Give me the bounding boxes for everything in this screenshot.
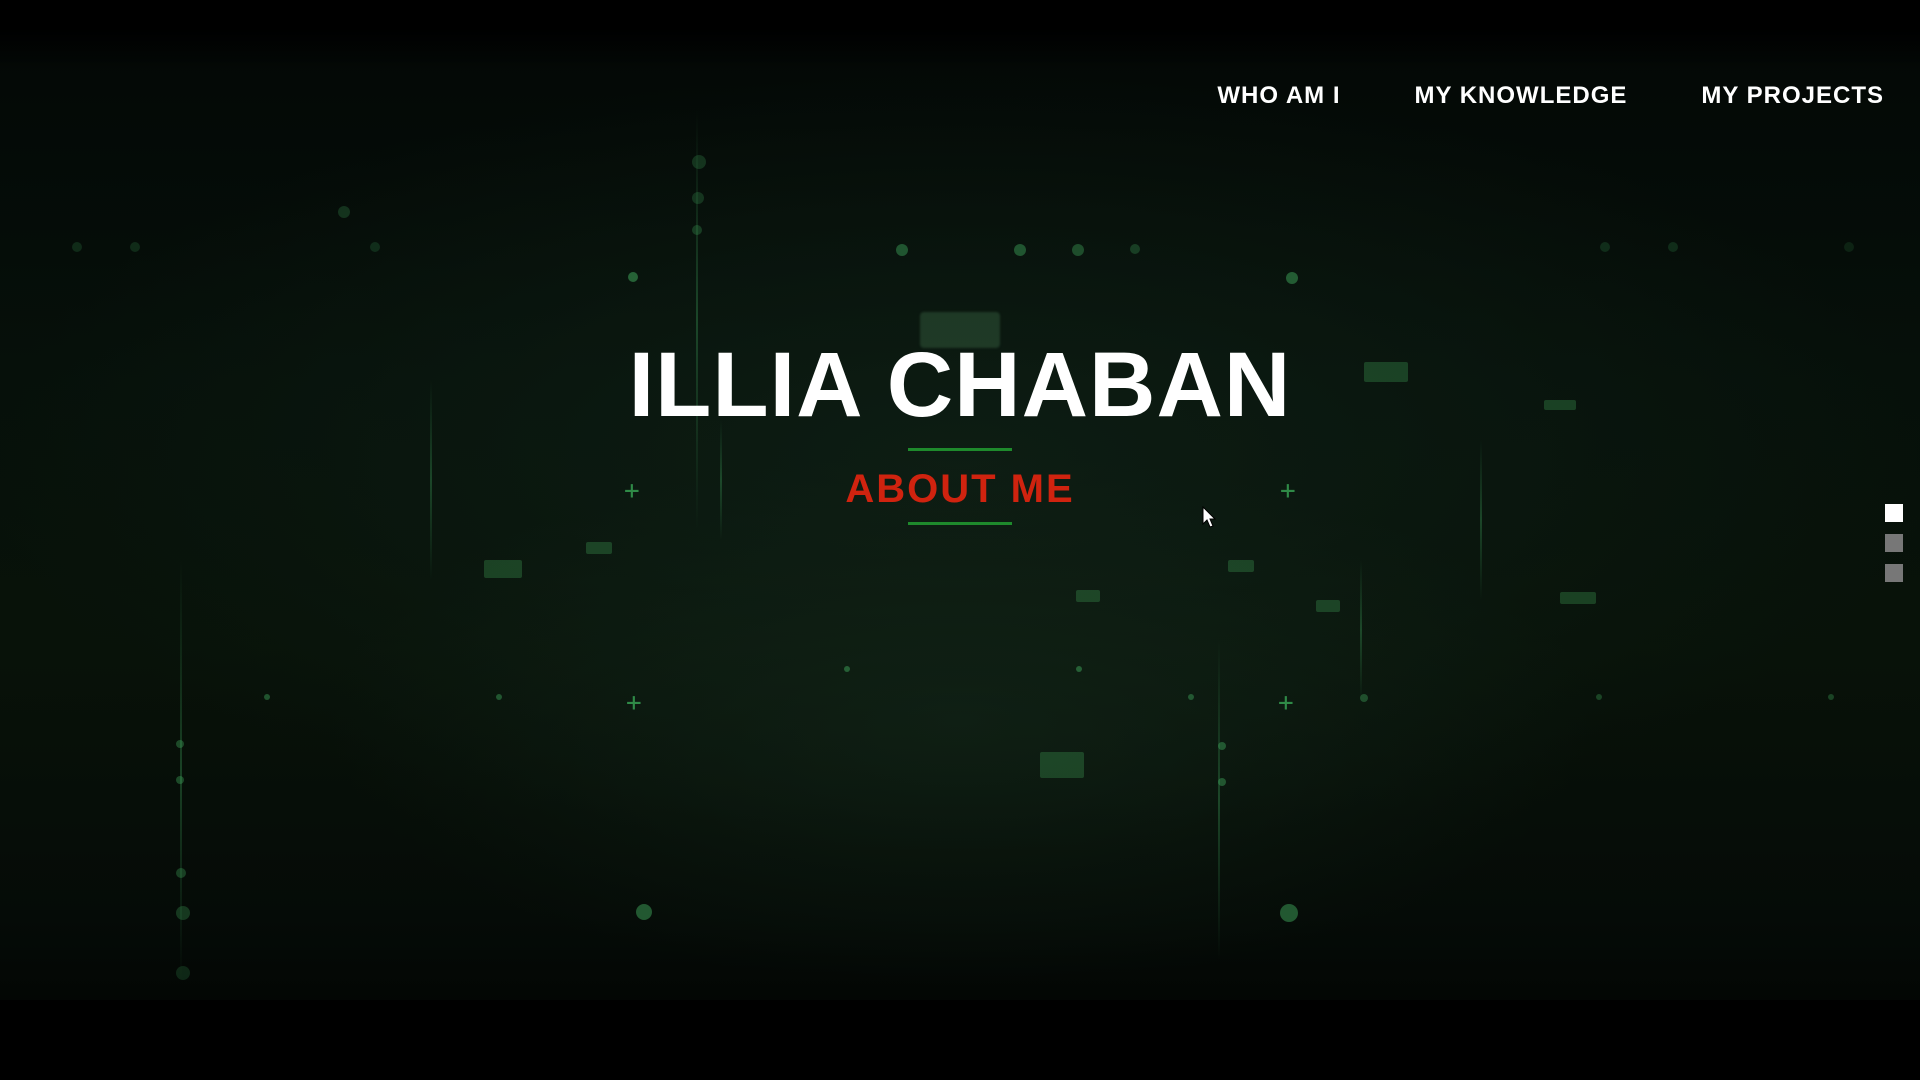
pager-dot-3[interactable]: [1885, 564, 1903, 582]
pager-dot-1[interactable]: [1885, 504, 1903, 522]
particle: [692, 155, 706, 169]
code-glyph: [1040, 752, 1084, 778]
particle: [1280, 904, 1298, 922]
particle: [1218, 742, 1226, 750]
particle: [1218, 778, 1226, 786]
particle: [264, 694, 270, 700]
page-title: ILLIA CHABAN: [628, 334, 1292, 436]
particle: [636, 904, 652, 920]
code-glyph: [1228, 560, 1254, 572]
particle: [1076, 666, 1082, 672]
particle: [692, 192, 704, 204]
particle: [1130, 244, 1140, 254]
nav-my-projects[interactable]: MY PROJECTS: [1701, 82, 1884, 110]
pager-dot-2[interactable]: [1885, 534, 1903, 552]
section-pager: [1885, 504, 1903, 582]
code-glyph: [1560, 592, 1596, 604]
particle: [1600, 242, 1610, 252]
particle: [628, 272, 638, 282]
matrix-particles: + + + +: [0, 0, 1920, 1080]
nav-who-am-i[interactable]: WHO AM I: [1217, 82, 1340, 110]
particle: [1668, 242, 1678, 252]
code-glyph: [1076, 590, 1100, 602]
particle: [1014, 244, 1026, 256]
particle: [1286, 272, 1298, 284]
title-divider-top: [908, 448, 1012, 451]
particle: [130, 242, 140, 252]
about-me-link[interactable]: ABOUT ME: [0, 464, 1920, 514]
mouse-cursor-icon: [1202, 506, 1217, 528]
code-glyph: [1316, 600, 1340, 612]
particle: [176, 868, 186, 878]
particle: [176, 966, 190, 980]
code-glyph: [586, 542, 612, 554]
particle: [896, 244, 908, 256]
particle: [176, 776, 184, 784]
particle: [1072, 244, 1084, 256]
particle: [692, 225, 702, 235]
particle: [1844, 242, 1854, 252]
particle: [338, 206, 350, 218]
main-nav: WHO AM I MY KNOWLEDGE MY PROJECTS: [1217, 82, 1884, 110]
particle: [72, 242, 82, 252]
title-divider-bottom: [908, 522, 1012, 525]
particle: [176, 740, 184, 748]
bottom-letterbox: [0, 1000, 1920, 1080]
plus-marker: +: [626, 688, 642, 718]
top-fade: [0, 0, 1920, 70]
nav-my-knowledge[interactable]: MY KNOWLEDGE: [1414, 82, 1627, 110]
light-streak: [1218, 640, 1220, 960]
code-glyph: [484, 560, 522, 578]
particle: [844, 666, 850, 672]
particle: [176, 906, 190, 920]
particle: [370, 242, 380, 252]
hero-background: + + + + WHO AM I MY KNOWLEDGE MY PROJECT…: [0, 0, 1920, 1080]
particle: [1828, 694, 1834, 700]
particle: [496, 694, 502, 700]
particle: [1360, 694, 1368, 702]
particle: [1596, 694, 1602, 700]
light-streak: [1360, 560, 1362, 700]
plus-marker: +: [1278, 688, 1294, 718]
particle: [1188, 694, 1194, 700]
